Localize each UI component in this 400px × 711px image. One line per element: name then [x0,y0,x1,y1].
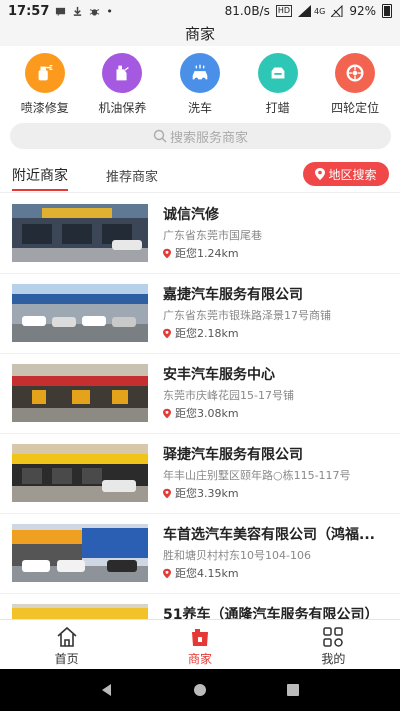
wheel-icon [335,53,376,93]
shop-photo [12,604,148,619]
dot-icon: • [106,4,113,18]
distance-text: 距您4.15km [175,567,239,580]
shop-address: 广东省东莞市国尾巷 [163,229,262,242]
back-icon[interactable] [99,682,115,698]
location-pin-icon [315,168,326,180]
bug-icon [90,8,100,16]
distance-text: 距您1.24km [175,247,239,260]
tab-recommended-label: 推荐商家 [106,170,159,185]
active-tab-indicator [12,189,68,191]
shop-name: 嘉捷汽车服务有限公司 [163,287,303,303]
distance-text: 距您3.08km [175,407,239,420]
search-placeholder: 搜索服务商家 [169,130,248,146]
shop-address: 年丰山庄别墅区颐年路○栋115-117号 [163,469,351,482]
battery-icon [382,4,392,18]
page-title: 商家 [0,22,400,46]
category-car-wash[interactable]: 洗车 [168,50,232,116]
category-wax[interactable]: 打蜡 [246,50,310,116]
tab-recommended[interactable]: 推荐商家 [106,166,158,185]
shop-item[interactable]: 嘉捷汽车服务有限公司 广东省东莞市银珠路泽景17号商铺 距您2.18km [0,275,400,354]
system-nav-bar [0,669,400,711]
shop-distance: 距您2.18km [163,325,239,341]
battery-percent: 92% [349,4,376,18]
location-pin-icon [163,568,171,578]
recents-icon[interactable] [285,682,301,698]
shop-name: 51养车（通隆汽车服务有限公司） [163,607,379,619]
search-input[interactable]: 搜索服务商家 [10,123,391,149]
shop-photo [12,444,148,502]
shop-distance: 距您1.24km [163,245,239,261]
location-pin-icon [163,328,171,338]
bottom-tab-bar: 首页 商家 我的 [0,619,400,669]
shop-item[interactable]: 51养车（通隆汽车服务有限公司） [0,595,400,619]
shop-name: 驿捷汽车服务有限公司 [163,447,303,463]
tab-shop[interactable]: 商家 [133,620,266,669]
category-oil-maintenance[interactable]: 机油保养 [90,50,154,116]
category-label: 四轮定位 [331,101,380,115]
service-categories: 喷漆修复 机油保养 洗车 打蜡 四轮定位 [0,50,400,116]
shop-icon [191,629,208,646]
shop-item[interactable]: 车首选汽车美容有限公司（鸿福... 胜和塘贝村村东10号104-106 距您4.… [0,515,400,594]
region-search-label: 地区搜索 [328,167,377,182]
category-label: 打蜡 [265,101,290,115]
location-pin-icon [163,408,171,418]
shop-name: 安丰汽车服务中心 [163,367,275,383]
tab-profile[interactable]: 我的 [267,620,400,669]
shop-address: 东莞市庆峰花园15-17号铺 [163,389,294,402]
tab-nearby-label: 附近商家 [12,168,68,184]
shop-address: 广东省东莞市银珠路泽景17号商铺 [163,309,331,322]
distance-text: 距您2.18km [175,327,239,340]
signal-type: 4G [314,6,326,16]
shop-item[interactable]: 安丰汽车服务中心 东莞市庆峰花园15-17号铺 距您3.08km [0,355,400,434]
region-search-button[interactable]: 地区搜索 [303,162,389,186]
location-pin-icon [163,248,171,258]
wax-icon [257,53,298,93]
profile-grid-icon [323,627,344,647]
home-icon [57,626,77,647]
download-icon [74,6,82,16]
shop-address: 胜和塘贝村村东10号104-106 [163,549,311,562]
home-button-icon[interactable] [192,682,208,698]
shop-photo [12,524,148,582]
car-wash-icon [179,53,220,93]
notification-icons: • [55,5,113,18]
search-icon [153,129,167,143]
location-pin-icon [163,488,171,498]
no-sim-icon [331,5,343,17]
network-speed: 81.0B/s [224,4,270,18]
category-label: 喷漆修复 [20,101,69,115]
tab-home[interactable]: 首页 [0,620,133,669]
category-wheel-alignment[interactable]: 四轮定位 [323,50,387,116]
shop-item[interactable]: 诚信汽修 广东省东莞市国尾巷 距您1.24km [0,195,400,274]
category-spray-paint[interactable]: 喷漆修复 [13,50,77,116]
shop-item[interactable]: 驿捷汽车服务有限公司 年丰山庄别墅区颐年路○栋115-117号 距您3.39km [0,435,400,514]
tab-nearby[interactable]: 附近商家 [12,165,68,191]
tab-shop-label: 商家 [187,652,212,666]
category-label: 洗车 [187,101,212,115]
hd-badge: HD [275,5,293,17]
shop-photo [12,364,148,422]
category-label: 机油保养 [98,101,147,115]
shop-list[interactable]: 诚信汽修 广东省东莞市国尾巷 距您1.24km 嘉捷汽车服务有限公司 广东省东莞… [0,195,400,619]
shop-distance: 距您3.08km [163,405,239,421]
distance-text: 距您3.39km [175,487,239,500]
tab-profile-label: 我的 [321,652,346,666]
shop-distance: 距您3.39km [163,485,239,501]
shop-distance: 距您4.15km [163,565,239,581]
shop-name: 车首选汽车美容有限公司（鸿福... [163,527,375,543]
tab-home-label: 首页 [54,652,79,666]
shop-name: 诚信汽修 [163,207,219,223]
status-time: 17:57 [8,3,50,19]
oil-can-icon [102,53,143,93]
status-bar: 17:57 • 81.0B/s HD 4G 92% [0,0,400,22]
spray-paint-icon [24,53,65,93]
signal-icon [298,5,312,17]
shop-photo [12,284,148,342]
shop-photo [12,204,148,262]
message-icon [56,7,66,16]
